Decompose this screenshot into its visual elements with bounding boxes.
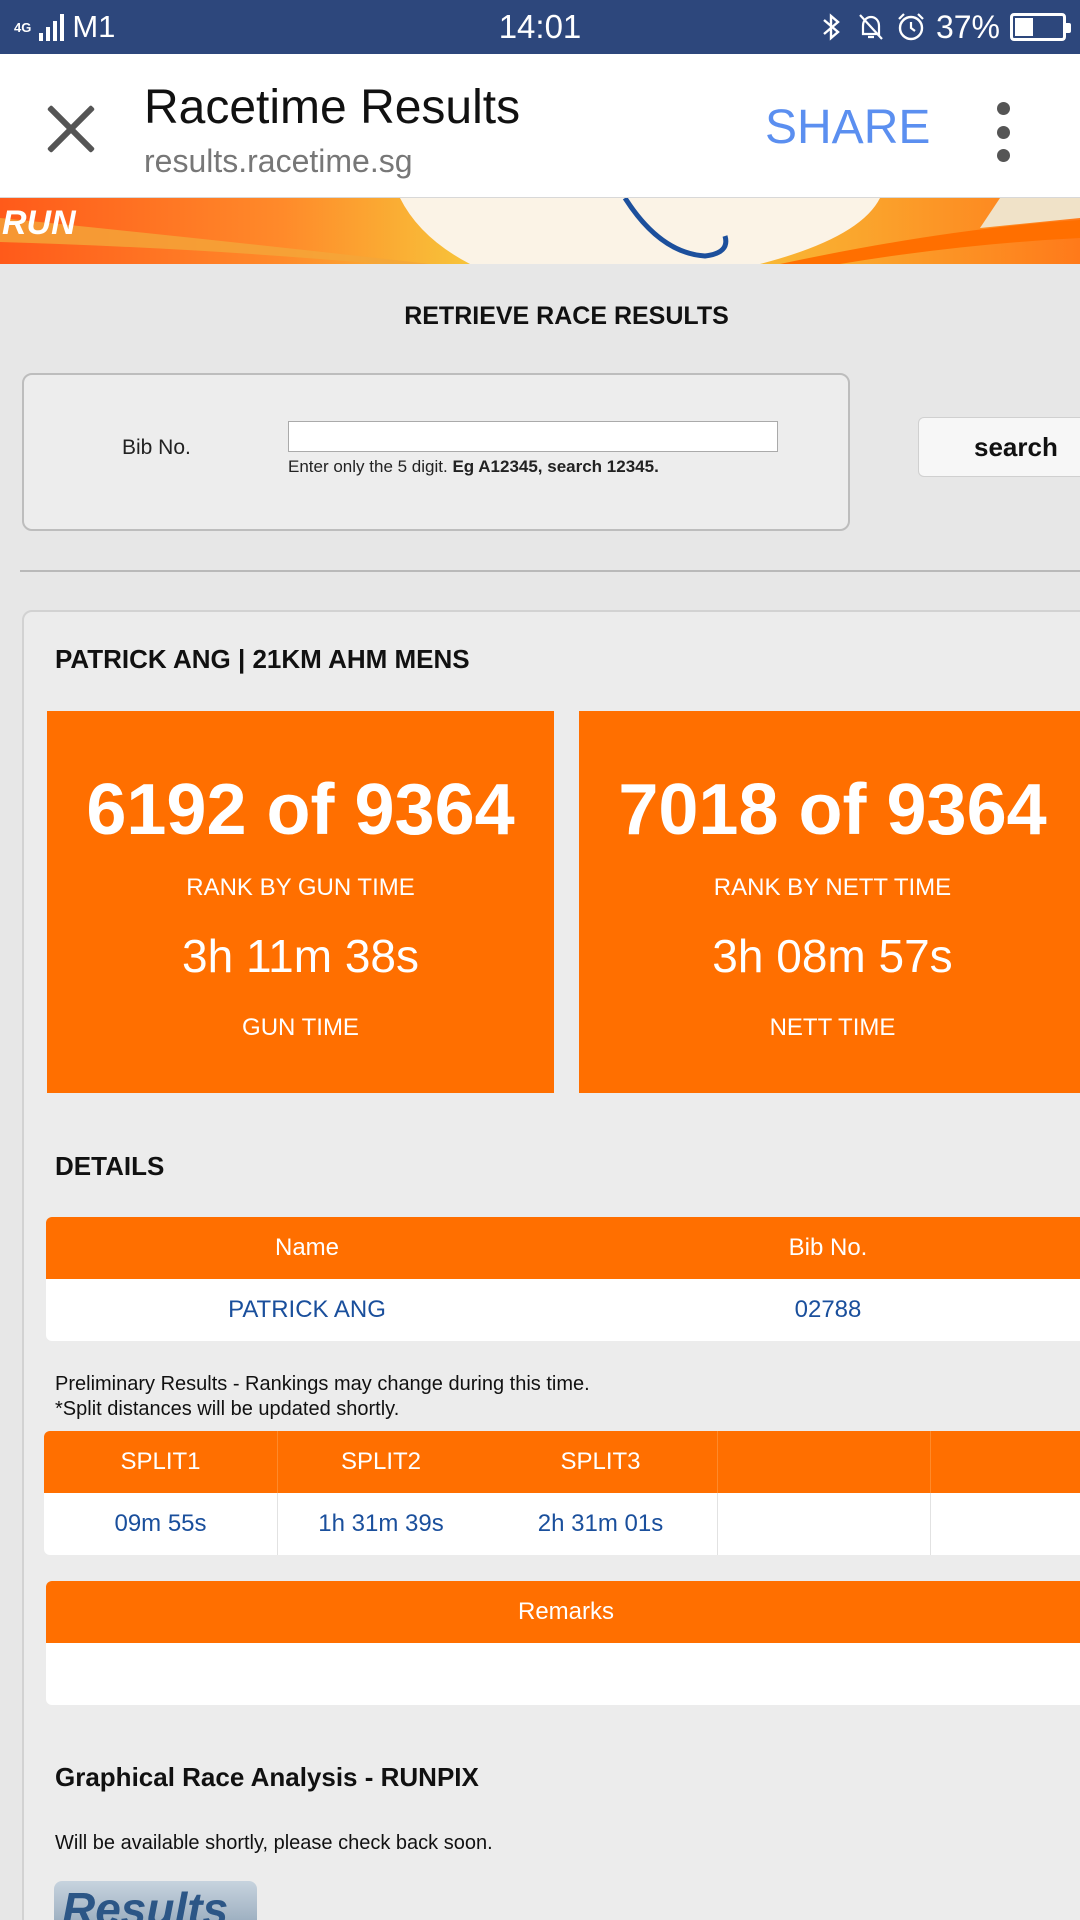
results-logo-text: Results (62, 1883, 229, 1920)
nett-rank: 7018 of 9364 (618, 770, 1047, 850)
runner-bib-cell: 02788 (794, 1296, 862, 1323)
remarks-header: Remarks (46, 1581, 1080, 1643)
alarm-icon (898, 13, 924, 41)
retrieve-title: RETRIEVE RACE RESULTS (404, 302, 729, 330)
details-table-header: Name Bib No. (46, 1217, 1080, 1279)
search-button[interactable]: search (918, 417, 1080, 477)
page-title: Racetime Results (144, 81, 521, 134)
gun-time-box: 6192 of 9364 RANK BY GUN TIME 3h 11m 38s… (47, 711, 554, 1093)
status-bar: 4G M1 14:01 37% (0, 0, 1080, 54)
bib-hint-text: Enter only the 5 digit. (288, 457, 453, 476)
share-button[interactable]: SHARE (765, 99, 930, 157)
nett-time-box: 7018 of 9364 RANK BY NETT TIME 3h 08m 57… (579, 711, 1080, 1093)
column-header-split4 (718, 1431, 931, 1493)
remarks-header-label: Remarks (517, 1598, 614, 1625)
page-url: results.racetime.sg (144, 143, 413, 179)
gun-time-label: GUN TIME (242, 1014, 359, 1041)
runpix-note: Will be available shortly, please check … (55, 1832, 493, 1854)
remarks-cell (46, 1643, 1080, 1705)
split5-cell (931, 1493, 1080, 1555)
column-header-name: Name (274, 1234, 340, 1261)
details-heading: DETAILS (55, 1151, 165, 1181)
bib-label: Bib No. (122, 436, 191, 459)
bib-hint: Enter only the 5 digit. Eg A12345, searc… (288, 456, 659, 478)
split3-cell: 2h 31m 01s (484, 1493, 718, 1555)
battery-fill (1015, 18, 1033, 36)
runner-name-cell: PATRICK ANG (228, 1296, 386, 1323)
column-header-split5 (931, 1431, 1080, 1493)
column-header-split2: SPLIT2 (340, 1448, 422, 1475)
section-divider (20, 570, 1080, 572)
column-header-split1: SPLIT1 (44, 1431, 278, 1493)
bib-input[interactable] (288, 421, 778, 452)
close-icon[interactable] (46, 104, 96, 154)
gun-time: 3h 11m 38s (182, 930, 419, 982)
preliminary-notice: Preliminary Results - Rankings may chang… (55, 1372, 590, 1422)
more-vert-icon[interactable] (990, 102, 1016, 162)
gun-rank-label: RANK BY GUN TIME (186, 874, 415, 901)
status-right: 37% (816, 8, 1071, 46)
preliminary-line-1: Preliminary Results - Rankings may chang… (55, 1373, 590, 1395)
battery-icon (1010, 13, 1071, 41)
app-bar: Racetime Results results.racetime.sg SHA… (0, 54, 1080, 198)
nett-time-label: NETT TIME (769, 1014, 896, 1041)
column-header-split3: SPLIT3 (484, 1431, 718, 1493)
runpix-heading: Graphical Race Analysis - RUNPIX (55, 1762, 479, 1792)
split1-cell: 09m 55s (44, 1493, 278, 1555)
battery-percent: 37% (935, 9, 1000, 45)
bib-search-panel: Bib No. Enter only the 5 digit. Eg A1234… (22, 373, 850, 531)
runner-heading: PATRICK ANG | 21KM AHM MENS (55, 644, 470, 674)
split2-cell: 1h 31m 39s (318, 1510, 444, 1537)
nett-rank-label: RANK BY NETT TIME (713, 874, 952, 901)
banner-graphic: RUN (0, 198, 1080, 264)
banner-text: RUN (2, 204, 77, 242)
nett-time: 3h 08m 57s (712, 930, 953, 982)
split4-cell (718, 1493, 931, 1555)
bluetooth-icon (823, 13, 840, 41)
race-banner: RUN (0, 198, 1080, 264)
splits-table-header: SPLIT1 SPLIT2 SPLIT3 (44, 1431, 1080, 1493)
bib-hint-example: Eg A12345, search 12345. (452, 457, 659, 476)
results-logo[interactable]: Results (54, 1881, 257, 1920)
gun-rank: 6192 of 9364 (86, 770, 515, 850)
remarks-row (46, 1643, 1080, 1705)
table-row: PATRICK ANG 02788 (46, 1279, 1080, 1341)
column-header-bib: Bib No. (788, 1234, 868, 1261)
bell-muted-icon (859, 14, 883, 40)
preliminary-line-2: *Split distances will be updated shortly… (55, 1398, 400, 1420)
table-row: 09m 55s 1h 31m 39s 2h 31m 01s (44, 1493, 1080, 1555)
